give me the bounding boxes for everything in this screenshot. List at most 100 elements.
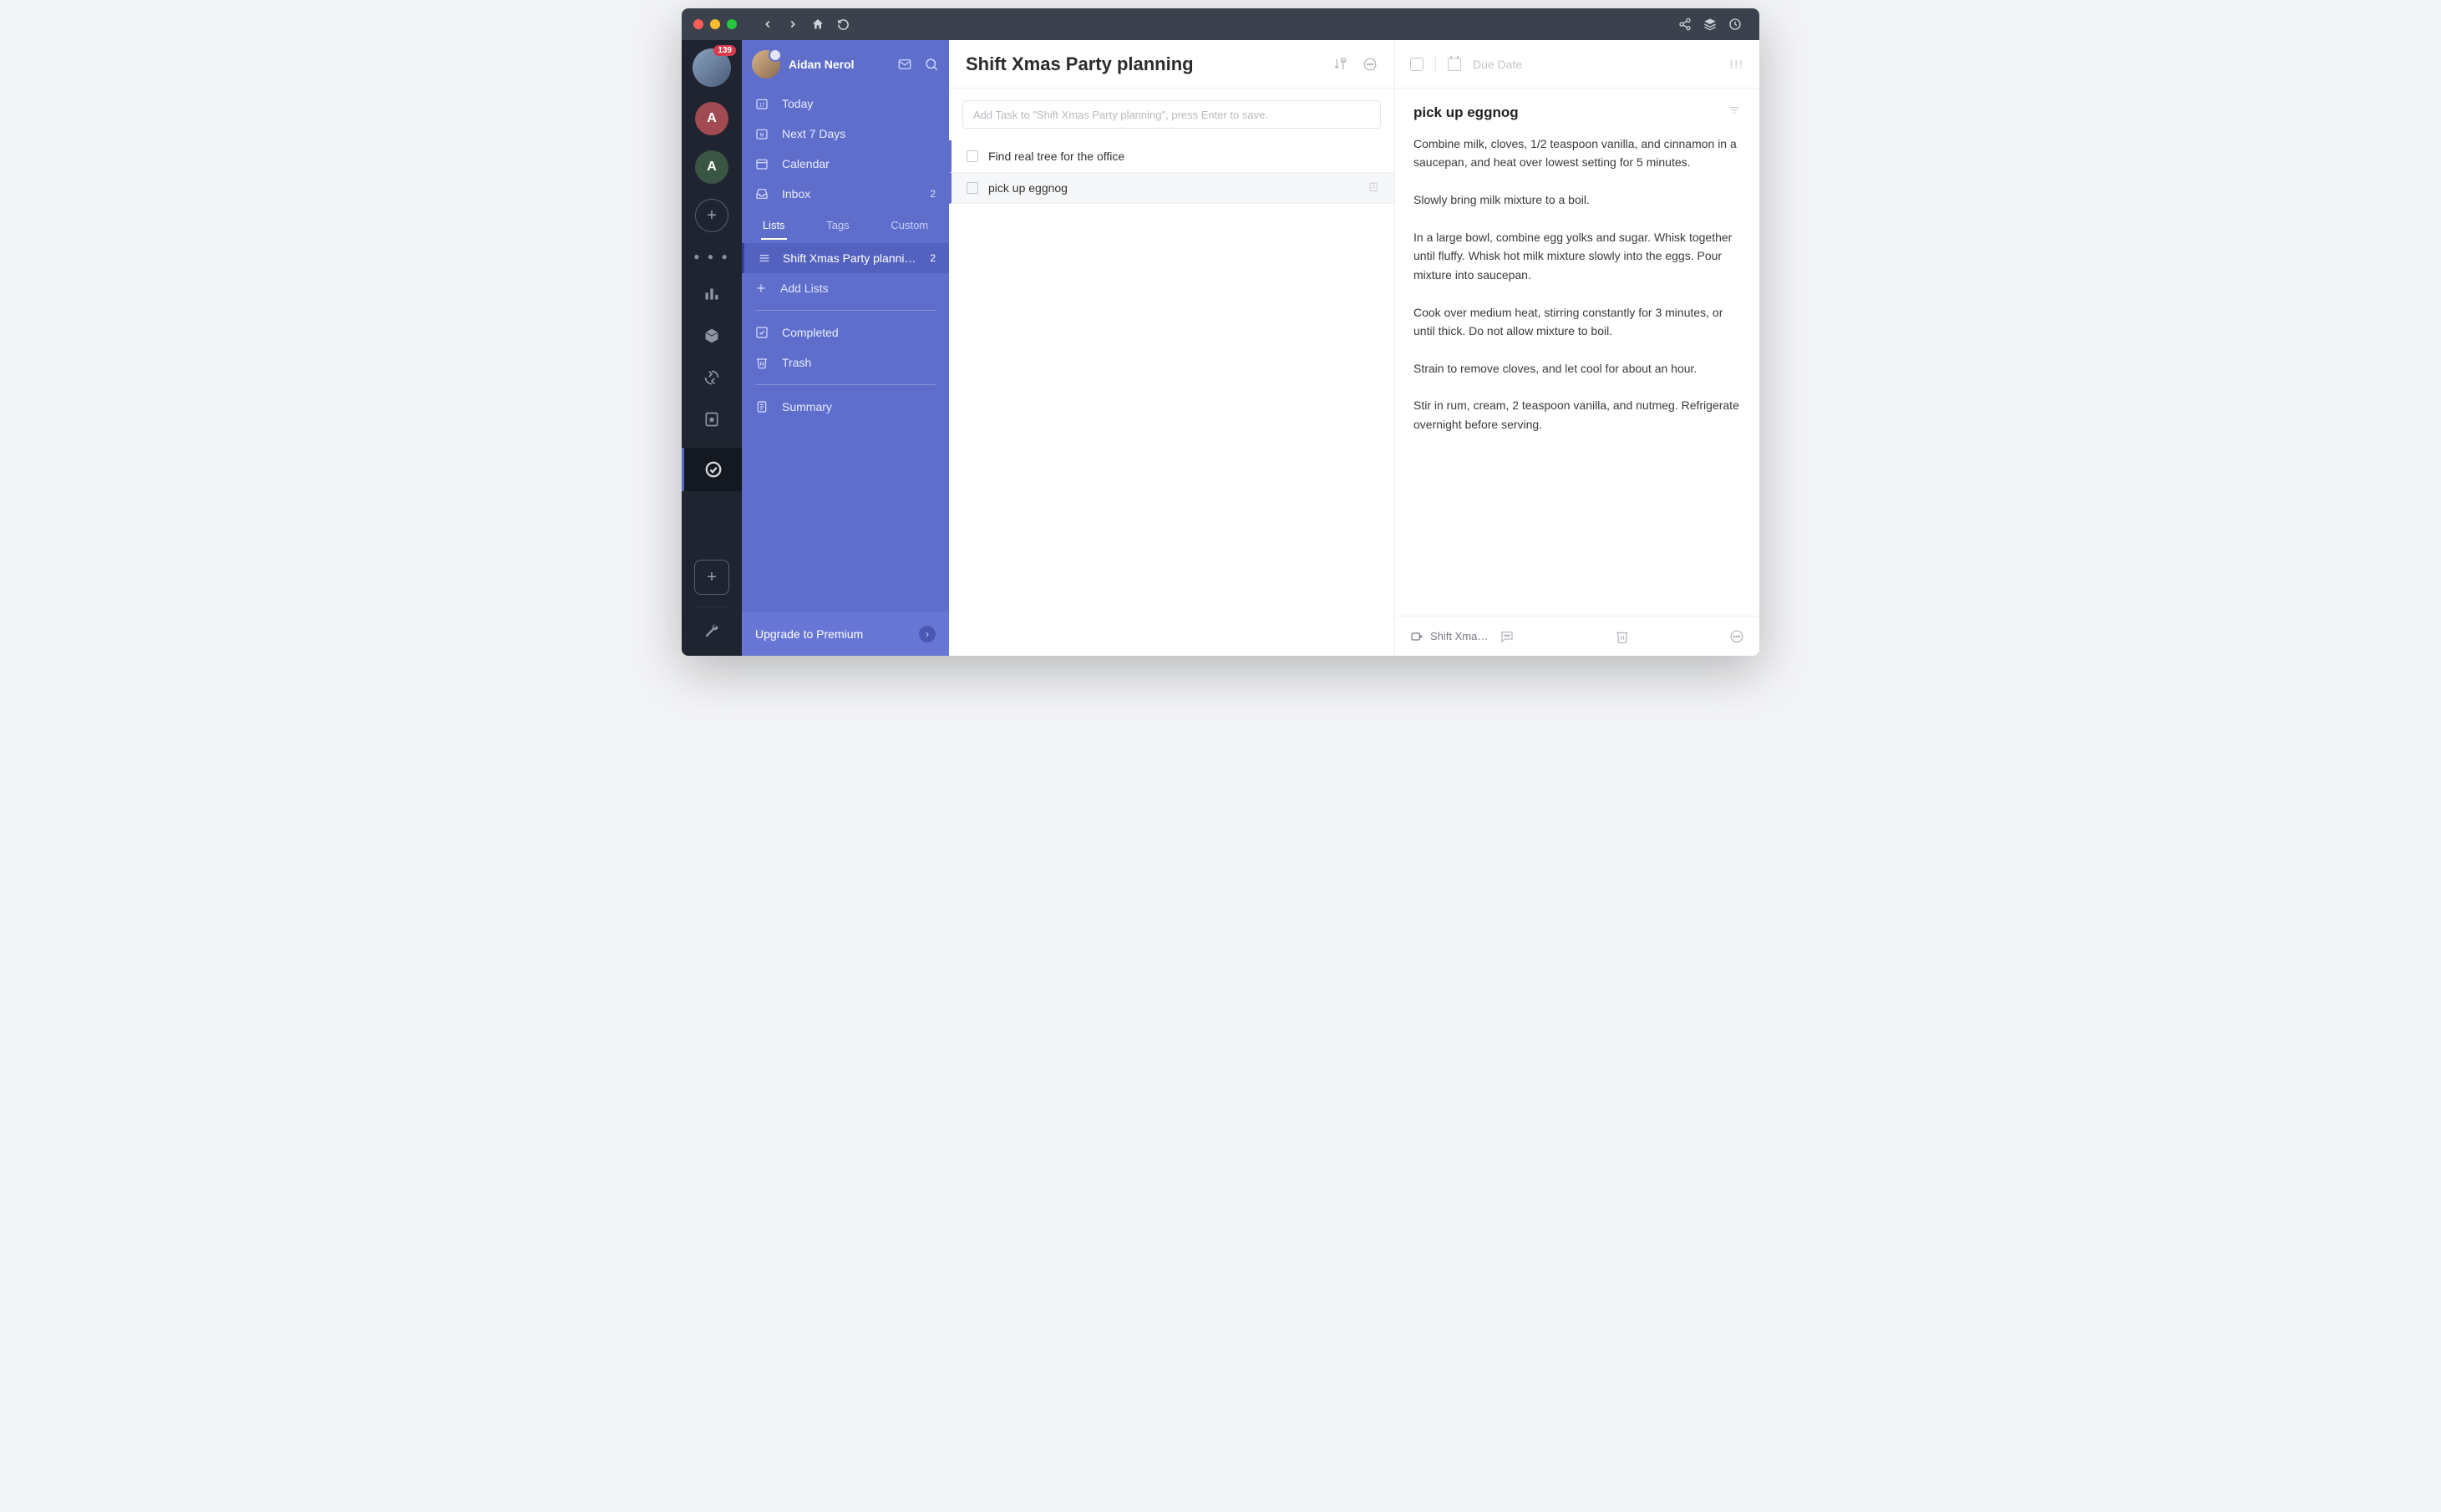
add-app-button[interactable]: +	[694, 560, 729, 595]
comment-icon[interactable]	[1500, 629, 1515, 644]
list-count: 2	[930, 252, 936, 264]
add-list-label: Add Lists	[780, 282, 829, 295]
history-button[interactable]	[1723, 12, 1748, 37]
inbox-icon	[755, 187, 770, 200]
box-icon[interactable]	[695, 322, 728, 349]
upgrade-banner[interactable]: Upgrade to Premium ›	[742, 612, 949, 656]
document-icon	[755, 400, 770, 414]
sidebar-header: Aidan Nerol	[742, 40, 949, 89]
active-app-tasks[interactable]	[682, 448, 742, 491]
more-menu[interactable]: ● ● ●	[693, 247, 729, 266]
task-row[interactable]: pick up eggnog	[949, 172, 1394, 204]
nav-completed[interactable]: Completed	[742, 317, 949, 348]
divider	[1435, 56, 1436, 73]
divider	[755, 384, 936, 385]
add-workspace-button[interactable]: +	[695, 199, 728, 232]
plus-icon	[755, 282, 770, 294]
nav-label: Summary	[782, 400, 832, 414]
maximize-window-button[interactable]	[727, 19, 737, 29]
add-task-input[interactable]: Add Task to "Shift Xmas Party planning",…	[962, 100, 1381, 129]
project-link[interactable]: Shift Xma…	[1410, 630, 1488, 643]
nav-next-7-days[interactable]: M Next 7 Days	[742, 119, 949, 149]
nav-label: Today	[782, 97, 813, 110]
task-checkbox[interactable]	[967, 150, 978, 162]
nav-calendar[interactable]: Calendar	[742, 149, 949, 179]
traffic-lights	[693, 19, 737, 29]
task-checkbox[interactable]	[967, 182, 978, 194]
close-window-button[interactable]	[693, 19, 703, 29]
task-title: Find real tree for the office	[988, 150, 1124, 163]
nav-inbox[interactable]: Inbox 2	[742, 179, 949, 209]
task-list-header: Shift Xmas Party planning	[949, 40, 1394, 89]
nav-label: Next 7 Days	[782, 127, 845, 140]
svg-text:M: M	[760, 133, 764, 138]
account-avatar[interactable]: 139	[693, 48, 731, 87]
forward-button[interactable]	[780, 12, 805, 37]
app-window: 139 A A + ● ● ● +	[682, 8, 1759, 656]
mail-icon[interactable]	[897, 57, 912, 72]
list-title: Shift Xmas Party planning	[966, 53, 1194, 75]
tab-custom[interactable]: Custom	[889, 216, 930, 240]
trash-icon	[755, 356, 770, 369]
minimize-window-button[interactable]	[710, 19, 720, 29]
priority-flag-icon[interactable]: !!!	[1729, 58, 1744, 71]
sidebar: Aidan Nerol 17 Today M Next 7 Days Calen…	[742, 40, 949, 656]
upgrade-label: Upgrade to Premium	[755, 627, 863, 641]
add-list-button[interactable]: Add Lists	[742, 273, 949, 303]
back-button[interactable]	[755, 12, 780, 37]
delete-icon[interactable]	[1615, 629, 1630, 644]
task-row[interactable]: Find real tree for the office	[949, 140, 1394, 172]
user-avatar[interactable]	[752, 50, 780, 79]
analytics-icon[interactable]	[695, 281, 728, 307]
svg-text:17: 17	[759, 103, 765, 108]
check-circle-icon	[697, 456, 730, 483]
bookmark-icon[interactable]	[695, 406, 728, 433]
nav-label: Completed	[782, 326, 839, 339]
nav-trash[interactable]: Trash	[742, 348, 949, 378]
detail-description[interactable]: Combine milk, cloves, 1/2 teaspoon vanil…	[1413, 134, 1741, 434]
workspace-a1[interactable]: A	[695, 102, 728, 135]
sync-icon[interactable]	[695, 364, 728, 391]
nav-today[interactable]: 17 Today	[742, 89, 949, 119]
calendar-today-icon: 17	[755, 97, 770, 110]
home-button[interactable]	[805, 12, 830, 37]
list-shift-xmas-party[interactable]: Shift Xmas Party planni… 2	[742, 243, 949, 273]
task-list-panel: Shift Xmas Party planning Add Task to "S…	[949, 40, 1395, 656]
due-date-label[interactable]: Due Date	[1473, 58, 1522, 71]
layers-button[interactable]	[1698, 12, 1723, 37]
filter-icon[interactable]	[1728, 104, 1741, 121]
project-name: Shift Xma…	[1430, 630, 1488, 642]
nav-summary[interactable]: Summary	[742, 392, 949, 422]
add-task-placeholder: Add Task to "Shift Xmas Party planning",…	[973, 109, 1268, 121]
tab-tags[interactable]: Tags	[825, 216, 850, 240]
detail-body: pick up eggnog Combine milk, cloves, 1/2…	[1395, 89, 1759, 616]
notification-badge: 139	[713, 45, 736, 56]
sort-icon[interactable]	[1332, 57, 1347, 72]
titlebar	[682, 8, 1759, 40]
move-to-icon	[1410, 630, 1423, 643]
inbox-count: 2	[930, 188, 936, 200]
more-icon[interactable]	[1729, 629, 1744, 644]
tab-lists[interactable]: Lists	[761, 216, 787, 240]
chevron-right-icon: ›	[919, 626, 936, 642]
reload-button[interactable]	[830, 12, 855, 37]
list-name: Shift Xmas Party planni…	[783, 251, 916, 265]
detail-title[interactable]: pick up eggnog	[1413, 104, 1519, 121]
search-icon[interactable]	[924, 57, 939, 72]
nav-label: Inbox	[782, 187, 810, 200]
share-button[interactable]	[1672, 12, 1698, 37]
nav-label: Trash	[782, 356, 811, 369]
detail-checkbox[interactable]	[1410, 58, 1423, 71]
check-square-icon	[755, 326, 770, 339]
app-rail: 139 A A + ● ● ● +	[682, 40, 742, 656]
user-name: Aidan Nerol	[789, 58, 855, 71]
detail-footer: Shift Xma…	[1395, 616, 1759, 656]
settings-icon[interactable]	[695, 617, 728, 644]
workspace-a2[interactable]: A	[695, 150, 728, 184]
more-icon[interactable]	[1363, 57, 1378, 72]
nav-label: Calendar	[782, 157, 830, 170]
sidebar-tabs: Lists Tags Custom	[742, 209, 949, 243]
calendar-icon[interactable]	[1448, 58, 1461, 71]
list-icon	[758, 251, 773, 265]
task-title: pick up eggnog	[988, 181, 1068, 195]
